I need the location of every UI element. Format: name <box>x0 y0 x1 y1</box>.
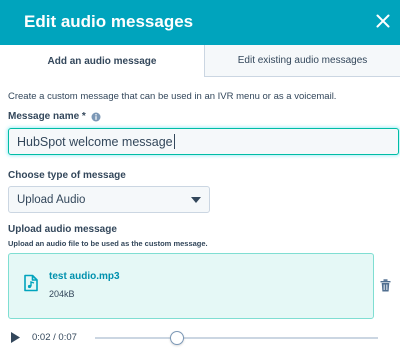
form-description: Create a custom message that can be used… <box>8 91 337 102</box>
file-name: test audio.mp3 <box>49 271 120 282</box>
message-name-value: HubSpot welcome message <box>17 134 173 149</box>
message-name-label-text: Message name * <box>8 111 86 122</box>
text-caret <box>173 134 175 149</box>
seek-thumb[interactable] <box>170 331 185 345</box>
audio-player: 0:02 / 0:07 <box>8 329 388 347</box>
close-button[interactable] <box>370 8 396 34</box>
uploaded-file-card: test audio.mp3 204kB <box>8 253 374 319</box>
message-type-select[interactable]: Upload Audio <box>8 186 210 213</box>
message-name-label: Message name * <box>8 111 101 122</box>
upload-audio-hint: Upload an audio file to be used as the c… <box>8 239 208 248</box>
audio-file-icon <box>24 274 38 292</box>
caret-down-icon <box>191 196 201 203</box>
play-icon[interactable] <box>11 332 20 343</box>
file-size: 204kB <box>49 289 75 299</box>
tab-bar: Add an audio message Edit existing audio… <box>0 45 400 77</box>
upload-audio-label: Upload audio message <box>8 224 117 235</box>
seek-track[interactable] <box>95 331 378 345</box>
message-name-input[interactable]: HubSpot welcome message <box>8 128 399 155</box>
trash-icon[interactable] <box>380 279 391 292</box>
message-type-selected: Upload Audio <box>17 193 86 206</box>
info-icon[interactable] <box>91 112 101 122</box>
seek-progress <box>95 337 178 339</box>
tab-add-audio-message[interactable]: Add an audio message <box>0 45 204 77</box>
dialog-title: Edit audio messages <box>24 12 194 31</box>
close-icon[interactable] <box>376 14 390 28</box>
tab-edit-existing-audio-messages[interactable]: Edit existing audio messages <box>204 45 400 77</box>
message-type-label: Choose type of message <box>8 170 126 181</box>
dialog-header: Edit audio messages <box>0 0 400 45</box>
delete-file-button[interactable] <box>380 279 391 297</box>
playback-time: 0:02 / 0:07 <box>32 332 77 343</box>
